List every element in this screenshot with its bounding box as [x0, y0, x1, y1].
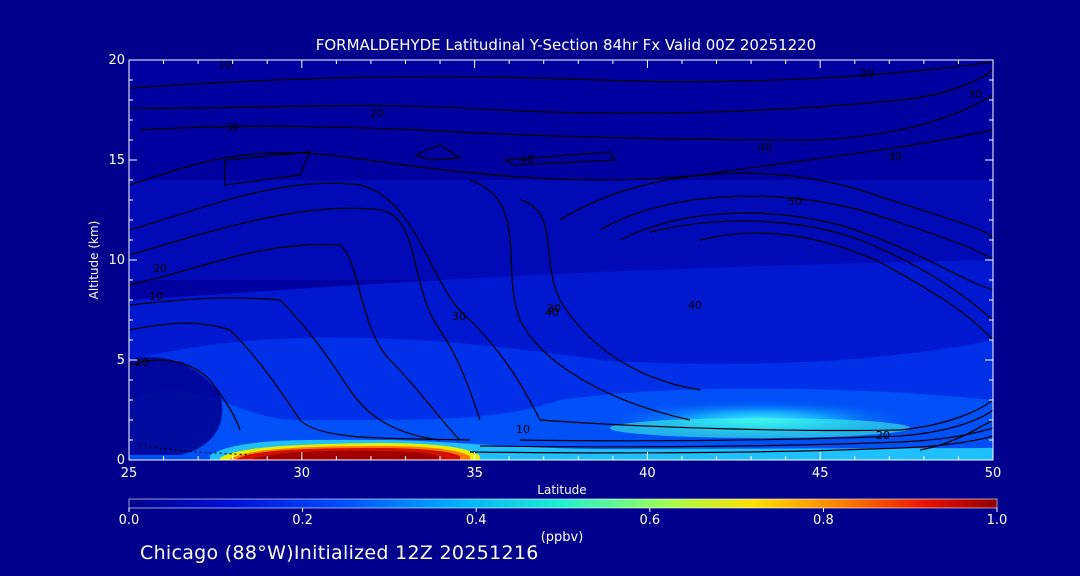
- chart-title: FORMALDEHYDE Latitudinal Y-Section 84hr …: [316, 36, 816, 54]
- contour-label: 20: [876, 429, 890, 442]
- y-tick-label: 15: [108, 153, 125, 168]
- x-tick-label: 25: [121, 466, 138, 481]
- x-tick-label: 35: [466, 466, 483, 481]
- contour-label: 40: [520, 153, 534, 166]
- y-tick-label: 10: [108, 253, 125, 268]
- colorbar-ticks: 0.0 0.2 0.4 0.6 0.8 1.0: [119, 508, 1008, 528]
- concentration-field: [129, 60, 993, 460]
- colorbar-tick-label: 0.6: [639, 513, 660, 528]
- colorbar-label: (ppbv): [541, 530, 584, 545]
- contour-label: 40: [758, 141, 772, 154]
- contour-label: 30: [888, 150, 902, 163]
- contour-label: 20: [135, 356, 149, 369]
- y-tick-label: 5: [117, 353, 125, 368]
- colorbar-tick-label: 0.2: [292, 513, 313, 528]
- contour-label: 50: [788, 195, 802, 208]
- y-axis-label: Altitude (km): [87, 221, 101, 300]
- chart: 10 20 30 40 50 20 30 40 30 40 40 30 20 1…: [87, 36, 1008, 545]
- contour-label: 30: [968, 88, 982, 101]
- x-tick-label: 30: [294, 466, 311, 481]
- footer-caption: Chicago (88°W)Initialized 12Z 20251216: [140, 542, 539, 564]
- contour-label: 20: [153, 262, 167, 275]
- x-axis-label: Latitude: [537, 483, 586, 497]
- colorbar: [128, 498, 998, 509]
- contour-label: 20: [370, 107, 384, 120]
- colorbar-tick-label: 0.8: [813, 513, 834, 528]
- colorbar-tick-label: 1.0: [987, 513, 1008, 528]
- contour-label: 30: [225, 121, 239, 134]
- contour-label: 10: [516, 423, 530, 436]
- x-tick-label: 45: [812, 466, 829, 481]
- colorbar-tick-label: 0.4: [466, 513, 487, 528]
- y-tick-label: 20: [108, 53, 125, 68]
- contour-label: 40: [688, 299, 702, 312]
- x-tick-label: 50: [985, 466, 1002, 481]
- contour-label: 30: [547, 302, 561, 315]
- colorbar-tick-label: 0.0: [119, 513, 140, 528]
- contour-label: 30: [452, 310, 466, 323]
- contour-label: 10: [149, 290, 163, 303]
- x-tick-label: 40: [639, 466, 656, 481]
- contour-label: 20: [860, 67, 874, 80]
